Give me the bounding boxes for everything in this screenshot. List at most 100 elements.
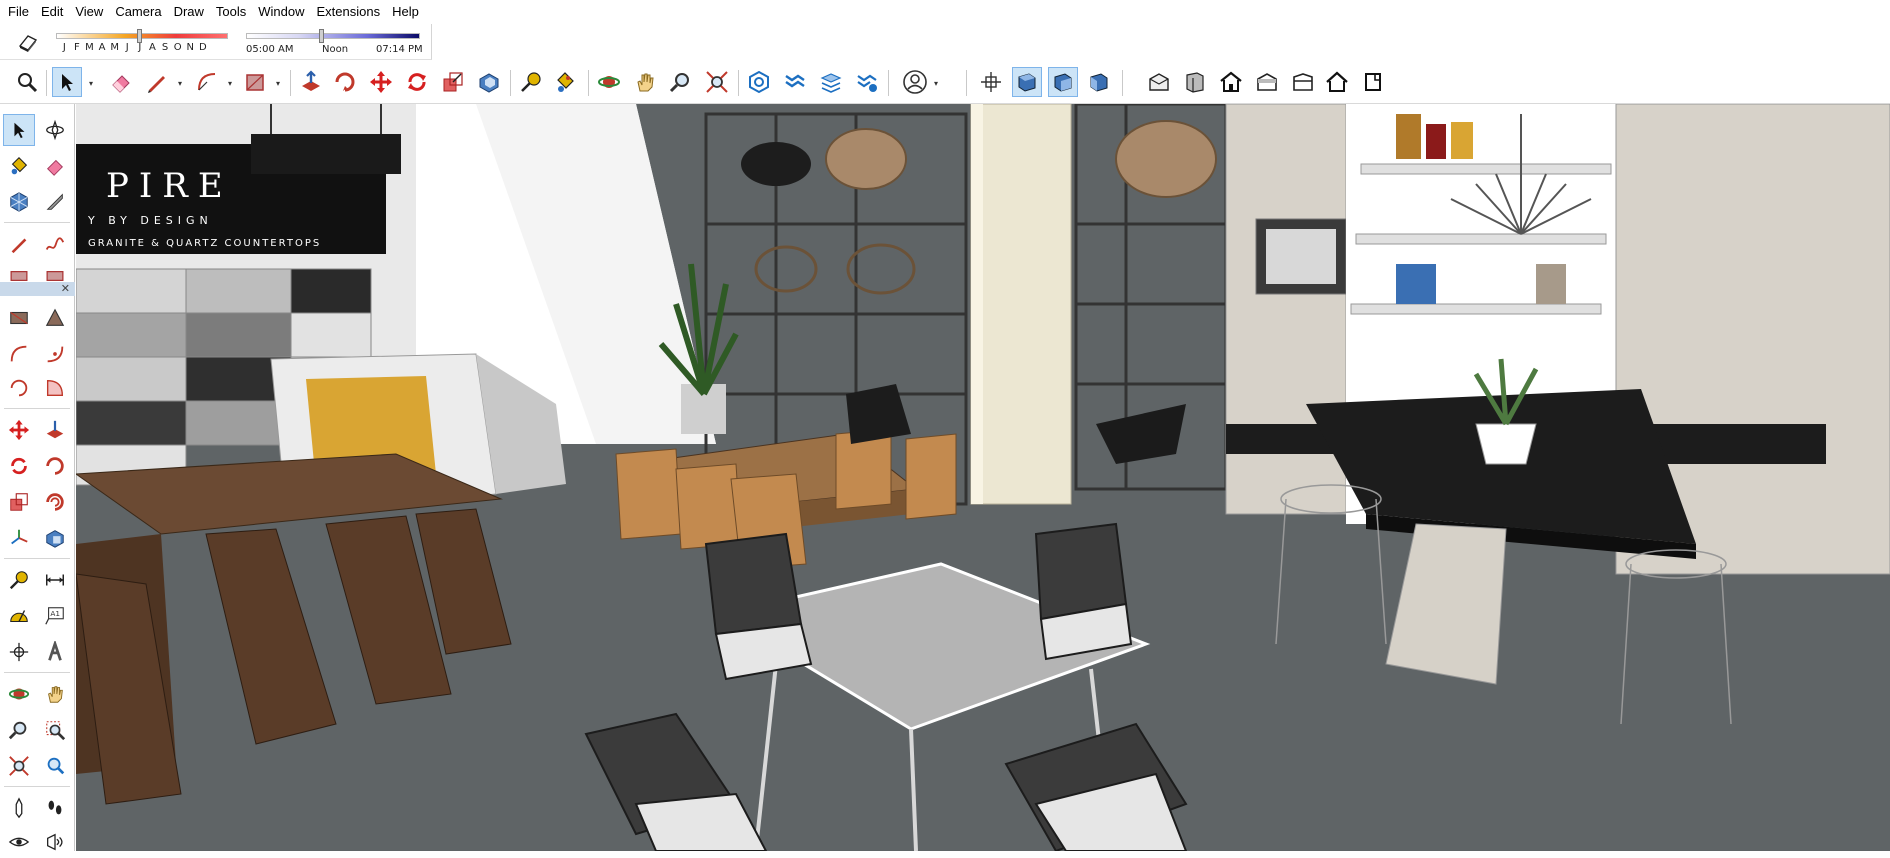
3d-text-tool-button[interactable] <box>39 636 71 668</box>
account-dropdown[interactable]: ▾ <box>934 80 942 88</box>
right-view-button[interactable] <box>1084 67 1114 97</box>
tape-measure-button[interactable] <box>516 67 546 97</box>
arc-dropdown[interactable]: ▾ <box>228 80 236 88</box>
freehand-tool-button[interactable] <box>39 228 71 260</box>
extension-warehouse-button[interactable] <box>780 67 810 97</box>
month-label: A <box>98 42 106 53</box>
tape-measure-tool-2-button[interactable] <box>3 564 35 596</box>
layout-icon <box>820 73 842 93</box>
line-tool-button[interactable] <box>3 228 35 260</box>
close-icon[interactable]: ✕ <box>61 282 70 296</box>
time-slider-thumb[interactable] <box>319 29 325 43</box>
shaded-style-button[interactable] <box>1252 67 1282 97</box>
extension-manager-button[interactable] <box>852 67 882 97</box>
protractor-tool-button[interactable] <box>3 600 35 632</box>
menu-view[interactable]: View <box>69 0 109 24</box>
orbit-button[interactable] <box>594 67 624 97</box>
tape-measure-tool-button[interactable] <box>39 186 71 218</box>
arc-button[interactable] <box>192 67 222 97</box>
scale-button[interactable] <box>438 67 468 97</box>
pan-button[interactable] <box>630 67 660 97</box>
month-label: M <box>110 42 119 53</box>
menu-extensions[interactable]: Extensions <box>311 0 387 24</box>
warehouse-button[interactable] <box>744 67 774 97</box>
follow-me-button[interactable] <box>330 67 360 97</box>
menu-edit[interactable]: Edit <box>35 0 69 24</box>
position-camera-button[interactable] <box>3 792 35 824</box>
text-tool-button[interactable]: A1 <box>39 600 71 632</box>
follow-me-tool-button[interactable] <box>39 450 71 482</box>
select-dropdown[interactable]: ▾ <box>89 80 97 88</box>
front-view-button[interactable] <box>1048 67 1078 97</box>
time-slider[interactable] <box>246 29 420 43</box>
shadow-toggle-button[interactable] <box>14 28 42 56</box>
section-plane-button[interactable] <box>39 826 71 858</box>
pie-tool-button[interactable] <box>39 338 71 370</box>
wireframe-style-button[interactable] <box>1180 67 1210 97</box>
pie-icon <box>46 379 64 397</box>
menu-tools[interactable]: Tools <box>210 0 252 24</box>
section-style-button[interactable] <box>1358 67 1388 97</box>
rotate-button[interactable] <box>402 67 432 97</box>
eraser-button[interactable] <box>106 67 136 97</box>
zoom-window-button[interactable] <box>39 714 71 746</box>
move-button[interactable] <box>366 67 396 97</box>
orbit-tool-button[interactable] <box>39 114 71 146</box>
top-view-button[interactable] <box>1012 67 1042 97</box>
offset-button[interactable] <box>474 67 504 97</box>
zoom-tool-button[interactable] <box>666 67 696 97</box>
monochrome-style-button[interactable] <box>1322 67 1352 97</box>
line-button[interactable] <box>142 67 172 97</box>
xray-style-button[interactable] <box>1144 67 1174 97</box>
hidden-line-style-button[interactable] <box>1216 67 1246 97</box>
layout-button[interactable] <box>816 67 846 97</box>
menu-window[interactable]: Window <box>252 0 310 24</box>
menu-draw[interactable]: Draw <box>168 0 210 24</box>
look-around-button[interactable] <box>3 826 35 858</box>
zoom-button[interactable] <box>12 67 42 97</box>
month-slider[interactable] <box>56 29 228 43</box>
iso-view-button[interactable] <box>976 67 1006 97</box>
three-point-arc-tool-button[interactable] <box>3 338 35 370</box>
rectangle-dropdown[interactable]: ▾ <box>276 80 284 88</box>
eraser-tool-button[interactable] <box>39 150 71 182</box>
component-tool-button[interactable] <box>3 186 35 218</box>
dimension-tool-button[interactable] <box>39 564 71 596</box>
menu-help[interactable]: Help <box>386 0 425 24</box>
axes-tool-button[interactable] <box>3 522 35 554</box>
two-point-arc-tool-button[interactable] <box>39 302 71 334</box>
paint-bucket-button[interactable] <box>550 67 580 97</box>
rotate-tool-button[interactable] <box>3 450 35 482</box>
push-pull-tool-button[interactable] <box>39 414 71 446</box>
axes-tool-2-button[interactable] <box>3 636 35 668</box>
menu-camera[interactable]: Camera <box>109 0 167 24</box>
offset-tool-button[interactable] <box>39 486 71 518</box>
scene-render: PIRE Y BY DESIGN GRANITE & QUARTZ COUNTE… <box>76 104 1890 851</box>
push-pull-button[interactable] <box>296 67 326 97</box>
account-button[interactable] <box>900 67 930 97</box>
pie-2-tool-button[interactable] <box>39 372 71 404</box>
zoom-extents-button[interactable] <box>702 67 732 97</box>
model-viewport[interactable]: PIRE Y BY DESIGN GRANITE & QUARTZ COUNTE… <box>76 104 1890 851</box>
select-button[interactable] <box>52 67 82 97</box>
walk-button[interactable] <box>39 792 71 824</box>
outer-shell-tool-button[interactable] <box>39 522 71 554</box>
line-dropdown[interactable]: ▾ <box>178 80 186 88</box>
menu-file[interactable]: File <box>2 0 35 24</box>
rotate-icon <box>11 457 27 475</box>
previous-view-button[interactable] <box>39 750 71 782</box>
zoom-extents-camera-button[interactable] <box>3 750 35 782</box>
move-tool-button[interactable] <box>3 414 35 446</box>
tool-palette-header[interactable]: ✕ <box>0 282 75 296</box>
paint-bucket-tool-button[interactable] <box>3 150 35 182</box>
scale-tool-button[interactable] <box>3 486 35 518</box>
pan-camera-button[interactable] <box>39 678 71 710</box>
select-tool-button[interactable] <box>3 114 35 146</box>
textured-style-button[interactable] <box>1288 67 1318 97</box>
arc-tool-button[interactable] <box>3 302 35 334</box>
rectangle-button[interactable] <box>240 67 270 97</box>
month-slider-thumb[interactable] <box>136 29 142 43</box>
arc-2-tool-button[interactable] <box>3 372 35 404</box>
zoom-camera-button[interactable] <box>3 714 35 746</box>
orbit-camera-button[interactable] <box>3 678 35 710</box>
